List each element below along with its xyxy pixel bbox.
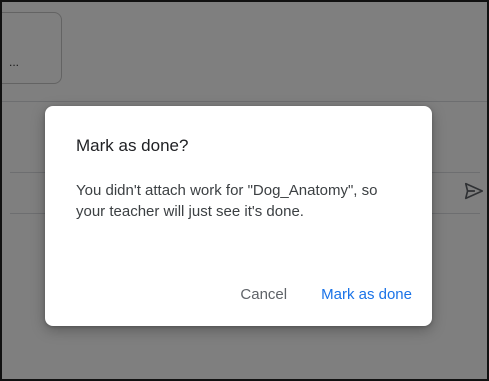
screenshot-frame: ... Mark as done? You didn't attach work… bbox=[0, 0, 489, 381]
mark-as-done-dialog: Mark as done? You didn't attach work for… bbox=[45, 106, 432, 326]
mark-as-done-button[interactable]: Mark as done bbox=[319, 282, 414, 307]
cancel-button[interactable]: Cancel bbox=[238, 282, 289, 307]
dialog-message: You didn't attach work for "Dog_Anatomy"… bbox=[76, 182, 378, 220]
dialog-title: Mark as done? bbox=[76, 136, 189, 155]
dialog-actions: Cancel Mark as done bbox=[238, 282, 414, 307]
